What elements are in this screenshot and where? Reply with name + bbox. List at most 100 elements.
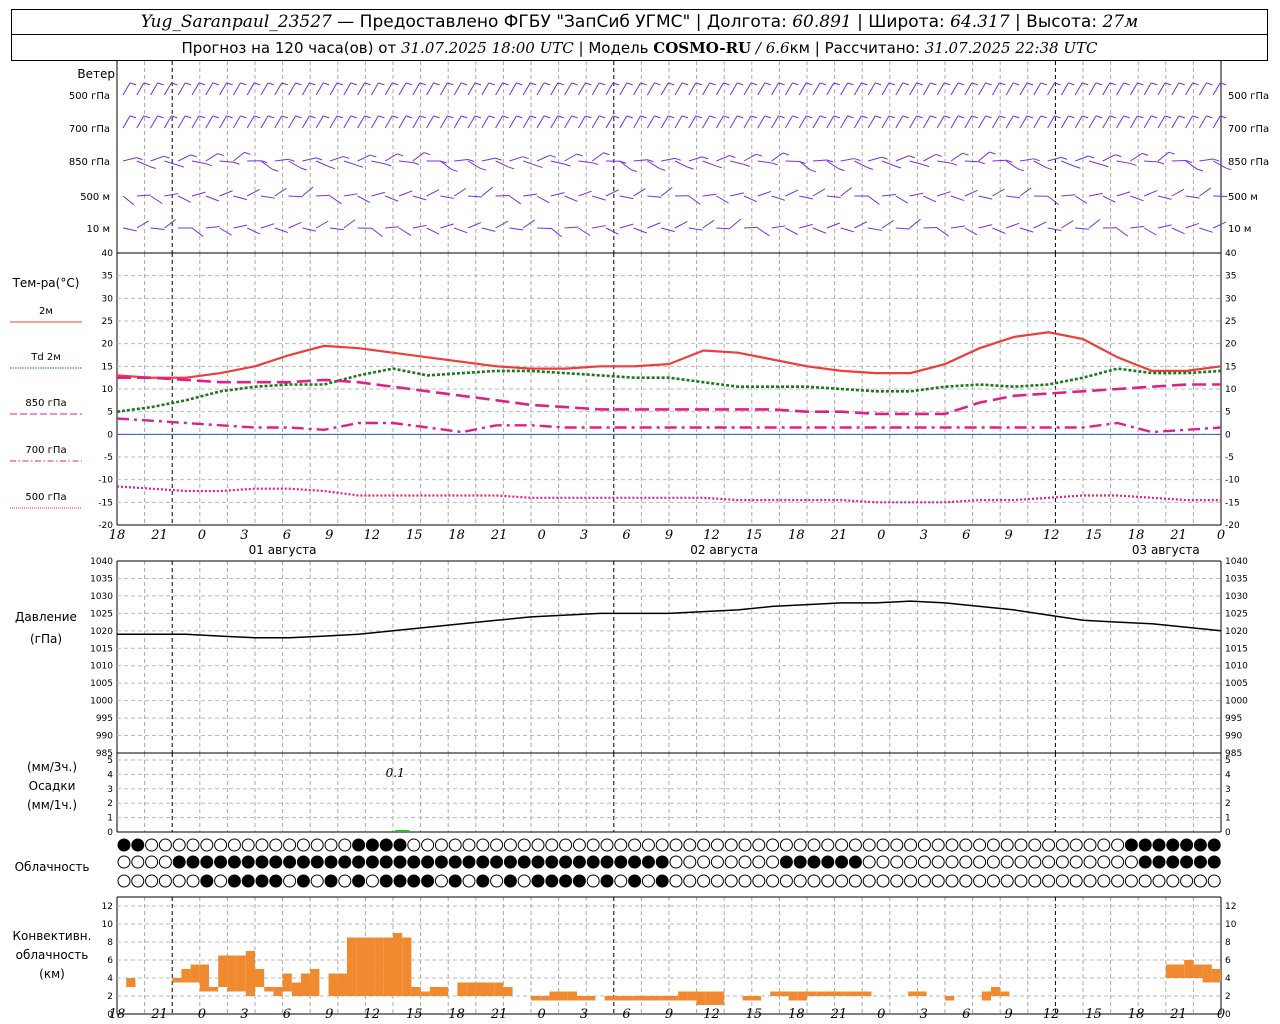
wind-barb <box>1157 195 1172 200</box>
wind-barb-feather <box>681 82 689 86</box>
wind-barb-feather <box>1115 154 1122 158</box>
cloud-cover-symbol <box>641 855 655 869</box>
wind-barb <box>329 227 344 231</box>
cloud-cover-symbol <box>876 838 890 852</box>
wind-barb <box>122 195 135 206</box>
wind-barb <box>743 115 752 129</box>
wind-barb <box>1088 115 1097 129</box>
wind-barb <box>150 82 159 96</box>
wind-barb <box>260 223 275 229</box>
pressure-tick-left: 1015 <box>90 644 113 654</box>
cloud-cover-symbol <box>393 838 407 852</box>
cloud-cover-symbol <box>545 874 559 888</box>
wind-barb-feather <box>149 165 156 169</box>
wind-barb <box>853 82 862 96</box>
conv-tick-left: 10 <box>102 920 114 930</box>
cloud-cover-symbol <box>352 855 366 869</box>
wind-barb <box>936 115 945 129</box>
cloud-cover-symbol <box>407 855 421 869</box>
wind-barb <box>592 225 607 229</box>
wind-barb <box>550 160 565 165</box>
wind-barb <box>1129 115 1138 129</box>
wind-barb-feather <box>1040 115 1047 119</box>
wind-barb <box>895 227 910 230</box>
conv-tick-right: 0 <box>1225 1010 1231 1020</box>
wind-barb-feather <box>1123 115 1130 119</box>
wind-barb-feather <box>315 157 323 161</box>
pressure-tick-left: 1040 <box>90 557 113 567</box>
wind-barb <box>1212 160 1226 169</box>
cloud-cover-symbol <box>669 838 683 852</box>
cloud-cover-symbol <box>628 855 642 869</box>
pressure-tick-right: 990 <box>1225 732 1242 742</box>
cloud-cover-symbol <box>227 855 241 869</box>
wind-barb-feather <box>866 166 874 170</box>
wind-barb <box>895 115 904 129</box>
cloud-cover-symbol <box>186 874 200 888</box>
wind-barb <box>150 155 164 162</box>
wind-barb <box>136 115 145 129</box>
conv-bar <box>1000 991 1010 996</box>
wind-barb <box>1130 195 1144 202</box>
cloud-cover-symbol <box>890 838 904 852</box>
precip-note: 0.1 <box>386 766 405 780</box>
wind-barb-feather <box>571 115 578 119</box>
cloud-cover-symbol <box>614 838 628 852</box>
wind-barb <box>743 226 759 229</box>
time-tick-label-bottom: 15 <box>406 1007 423 1022</box>
wind-barb <box>315 220 329 229</box>
time-tick-label: 18 <box>788 528 805 543</box>
cloud-cover-symbol <box>1207 838 1221 852</box>
wind-barb-feather <box>599 115 606 119</box>
cloud-cover-symbol <box>766 855 780 869</box>
time-tick-label: 6 <box>622 528 630 543</box>
wind-barb <box>992 227 1006 234</box>
cloud-cover-symbol <box>1111 855 1125 869</box>
wind-barb <box>936 82 945 96</box>
conv-bar <box>374 937 384 996</box>
wind-barb <box>495 160 509 168</box>
cloud-cover-symbol <box>503 855 517 869</box>
wind-barb-feather <box>1158 161 1165 165</box>
wind-barb <box>246 115 255 129</box>
cloud-cover-symbol <box>269 838 283 852</box>
wind-barb-feather <box>930 82 937 86</box>
conv-bar <box>181 969 191 983</box>
wind-barb <box>867 115 876 129</box>
cloud-cover-symbol <box>1000 874 1014 888</box>
conv-bar <box>788 991 798 1001</box>
cloud-cover-symbol <box>227 874 241 888</box>
conv-tick-right: 8 <box>1225 938 1231 948</box>
wind-barb <box>923 195 937 203</box>
conv-tick-left: 12 <box>102 902 113 912</box>
cloud-cover-symbol <box>931 838 945 852</box>
temp-tick-right: -15 <box>1225 498 1240 508</box>
cloud-cover-symbol <box>1028 855 1042 869</box>
cloud-cover-symbol <box>186 838 200 852</box>
wind-barb <box>302 157 317 162</box>
wind-barb-feather <box>1046 167 1053 171</box>
wind-barb <box>495 220 509 229</box>
conv-bar <box>411 987 421 996</box>
cloud-cover-symbol <box>779 838 793 852</box>
temp-tick-left: 5 <box>107 408 113 418</box>
precip-tick-left: 1 <box>107 814 113 824</box>
wind-barb <box>591 152 604 162</box>
wind-barb-feather <box>1206 82 1213 86</box>
cloud-cover-symbol <box>793 838 807 852</box>
wind-barb <box>122 115 131 129</box>
wind-barb <box>937 191 951 197</box>
cloud-cover-symbol <box>172 838 186 852</box>
wind-barb <box>578 190 592 197</box>
cloud-cover-symbol <box>1069 874 1083 888</box>
wind-barb <box>605 189 619 197</box>
wind-barb <box>1199 187 1212 197</box>
wind-barb-feather <box>323 82 330 86</box>
wind-barb <box>757 190 772 197</box>
time-tick-label-bottom: 21 <box>490 1007 508 1022</box>
wind-barb <box>164 219 176 229</box>
wind-barb-feather <box>626 115 633 119</box>
wind-barb <box>232 115 241 129</box>
wind-barb <box>370 115 379 129</box>
cloud-cover-symbol <box>586 874 600 888</box>
